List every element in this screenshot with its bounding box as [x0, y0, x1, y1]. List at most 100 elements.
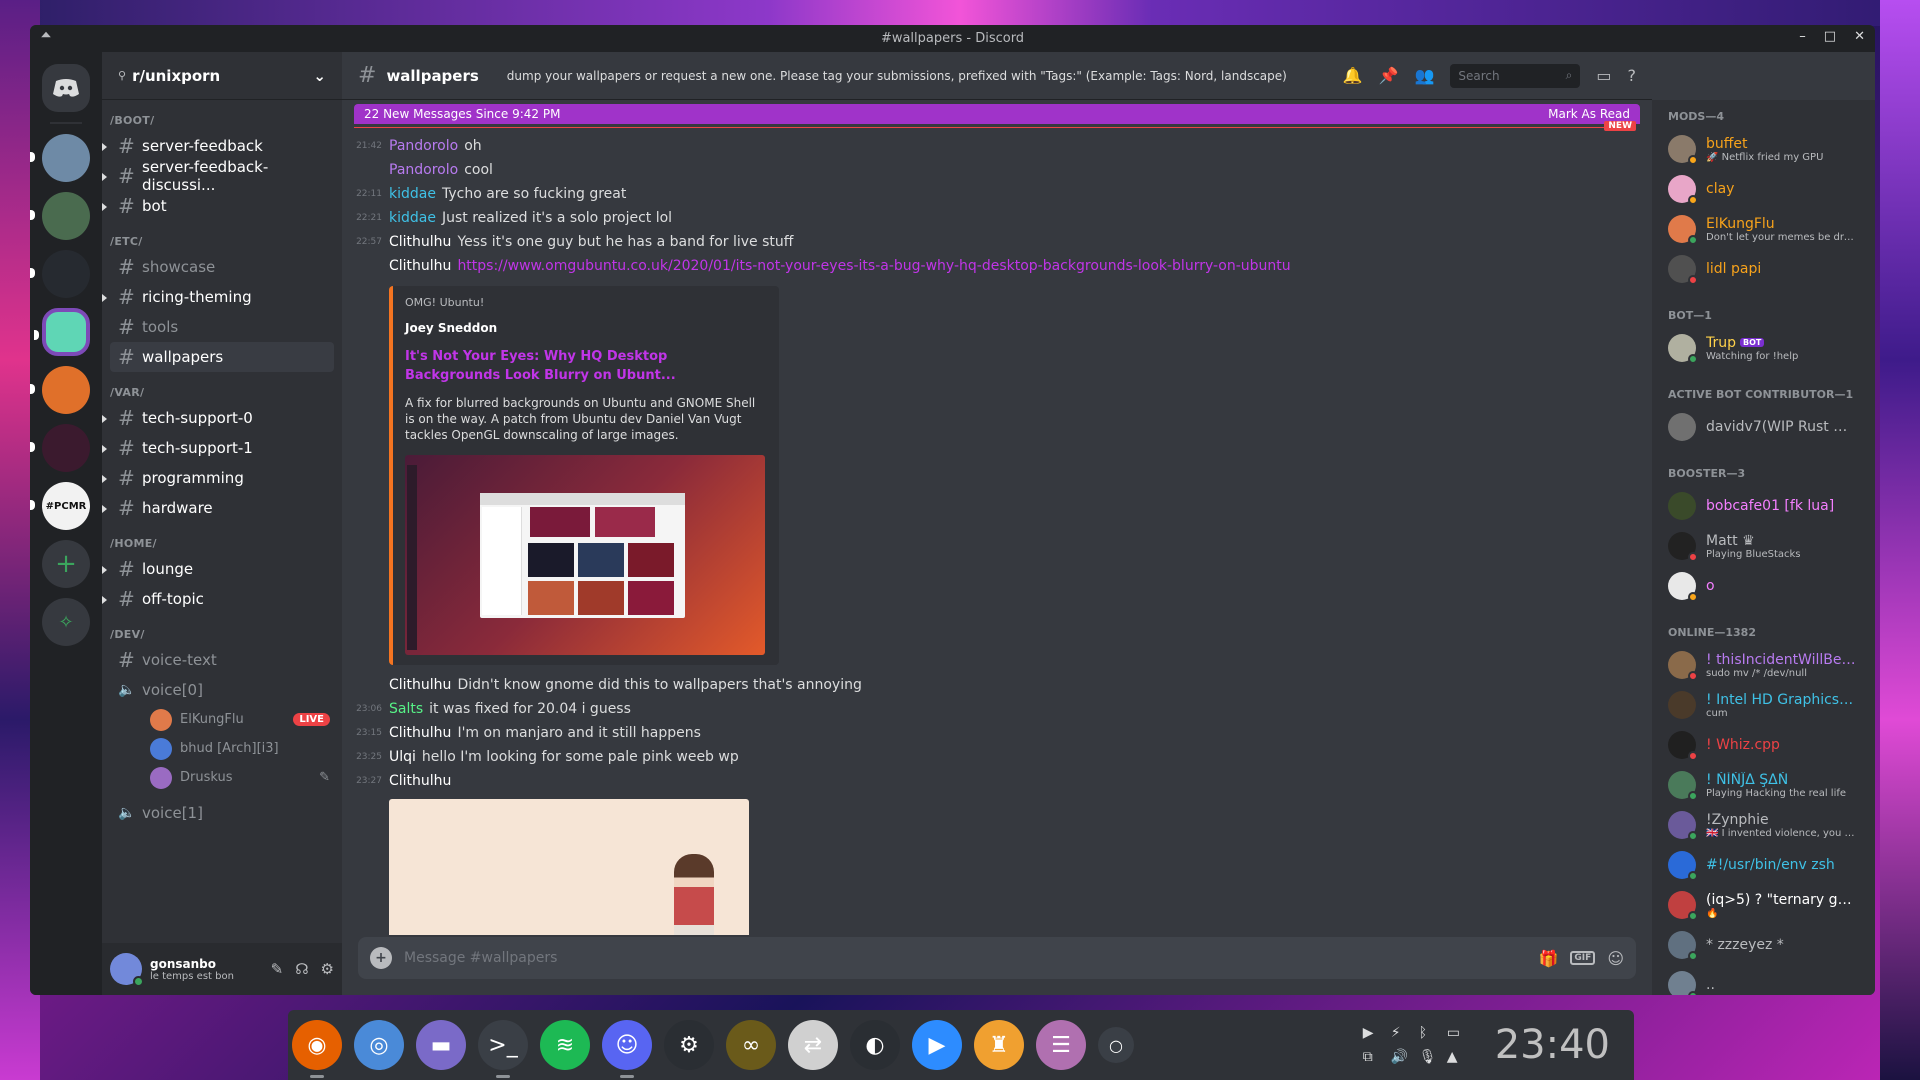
display-icon[interactable]: ▭ [1447, 1025, 1469, 1041]
search-input[interactable]: Search ⌕ [1450, 63, 1581, 88]
members-icon[interactable]: 👥 [1414, 66, 1434, 85]
voice-channel-0[interactable]: 🔈 voice[0] [110, 675, 334, 705]
server-pcmr[interactable]: #PCMR [30, 482, 90, 530]
member-item[interactable]: ! Whiz.cpp [1660, 725, 1867, 765]
message-input[interactable]: Message #wallpapers [404, 950, 1527, 966]
bell-icon[interactable]: 🔔 [1343, 66, 1363, 85]
app-menu-icon[interactable] [41, 31, 51, 38]
clock[interactable]: 23:40 [1495, 1022, 1610, 1068]
firefox-icon[interactable]: ◉ [292, 1020, 342, 1078]
message-author[interactable]: kiddae [389, 184, 436, 202]
channel-lounge[interactable]: # lounge [102, 554, 334, 584]
message-link[interactable]: https://www.omgubuntu.co.uk/2020/01/its-… [457, 256, 1290, 274]
obs-icon[interactable]: ◐ [850, 1020, 900, 1070]
member-item[interactable]: #!/usr/bin/env zsh [1660, 845, 1867, 885]
member-item[interactable]: davidv7(WIP Rust Re... [1660, 407, 1867, 447]
server-orange[interactable] [30, 366, 90, 414]
member-item[interactable]: Matt ♛ Playing BlueStacks [1660, 526, 1867, 566]
server-vanilla-tweaks[interactable] [30, 192, 90, 240]
member-item[interactable]: Trup BOT Watching for !help [1660, 328, 1867, 368]
dot-icon[interactable]: ○ [1098, 1027, 1134, 1063]
server-dark[interactable] [30, 250, 90, 298]
channel-tech-support-1[interactable]: # tech-support-1 [102, 433, 334, 463]
member-item[interactable]: .. [1660, 965, 1867, 995]
message-author[interactable]: Pandorolo [389, 136, 458, 154]
zoom-icon[interactable]: ▶ [912, 1020, 962, 1070]
chromium-icon[interactable]: ◎ [354, 1020, 404, 1070]
voice-channel-1[interactable]: 🔈 voice[1] [110, 798, 334, 828]
message-author[interactable]: kiddae [389, 208, 436, 226]
message-author[interactable]: Salts [389, 699, 423, 717]
member-item[interactable]: * zzzeyez * [1660, 925, 1867, 965]
mute-icon[interactable]: ✎ [271, 960, 284, 978]
channel-server-feedback-discussi[interactable]: # server-feedback-discussi... [102, 158, 334, 194]
spotify-icon[interactable]: ≋ [540, 1020, 590, 1070]
embed-image[interactable] [405, 455, 765, 655]
member-item[interactable]: buffet 🚀 Netflix fried my GPU [1660, 129, 1867, 169]
maximize-button[interactable]: □ [1824, 29, 1836, 44]
channel-hardware[interactable]: # hardware [102, 493, 334, 523]
channel-ricing-theming[interactable]: # ricing-theming [102, 282, 334, 312]
message-author[interactable]: Ulqi [389, 747, 416, 765]
notes-icon[interactable]: ☰ [1036, 1020, 1086, 1070]
explore-icon[interactable]: ✧ [42, 598, 90, 646]
gift-icon[interactable]: 🎁 [1539, 949, 1559, 968]
message-author[interactable]: Clithulhu [389, 256, 451, 274]
channel-off-topic[interactable]: # off-topic [102, 584, 334, 614]
member-item[interactable]: ElKungFlu Don't let your memes be drea... [1660, 209, 1867, 249]
category-header[interactable]: /DEV/ [102, 614, 342, 645]
member-item[interactable]: o [1660, 566, 1867, 606]
mic-icon[interactable]: 🎙 [1419, 1049, 1441, 1065]
infinity-icon[interactable]: ∞ [726, 1020, 776, 1070]
channel-bot[interactable]: # bot [102, 191, 334, 221]
attach-button[interactable]: + [370, 947, 392, 969]
gif-button[interactable]: GIF [1570, 951, 1596, 965]
toggle-icon[interactable]: ⇄ [788, 1020, 838, 1070]
channel-tools[interactable]: # tools [110, 312, 334, 342]
add-server-button[interactable]: + [42, 540, 90, 588]
help-icon[interactable]: ? [1628, 66, 1637, 85]
terminal-icon[interactable]: >_ [478, 1020, 528, 1078]
category-header[interactable]: /VAR/ [102, 372, 342, 403]
category-header[interactable]: /BOOT/ [102, 100, 342, 131]
new-messages-bar[interactable]: 22 New Messages Since 9:42 PM Mark As Re… [354, 104, 1640, 124]
mark-as-read-button[interactable]: Mark As Read [1548, 107, 1630, 121]
voice-user[interactable]: ElKungFlu LIVE [102, 705, 342, 734]
member-item[interactable]: ! thisIncidentWillBeRe... sudo mv /* /dev… [1660, 645, 1867, 685]
server-pink[interactable] [30, 424, 90, 472]
member-item[interactable]: bobcafe01 [fk lua] [1660, 486, 1867, 526]
guild-header[interactable]: ⚲ r/unixporn ⌄ [102, 52, 342, 100]
minimize-button[interactable]: – [1799, 29, 1806, 44]
emoji-icon[interactable]: ☺ [1607, 949, 1624, 968]
image-attachment[interactable] [389, 799, 749, 935]
channel-programming[interactable]: # programming [102, 463, 334, 493]
embed-title[interactable]: It's Not Your Eyes: Why HQ Desktop Backg… [405, 347, 767, 385]
discord-icon[interactable]: ☺ [602, 1020, 652, 1078]
channel-server-feedback[interactable]: # server-feedback [102, 131, 334, 161]
user-avatar[interactable] [110, 953, 144, 987]
home-button[interactable] [42, 64, 90, 112]
channel-showcase[interactable]: # showcase [110, 252, 334, 282]
message-author[interactable]: Clithulhu [389, 771, 451, 789]
member-item[interactable]: clay [1660, 169, 1867, 209]
files-icon[interactable]: ▬ [416, 1020, 466, 1070]
category-header[interactable]: /HOME/ [102, 523, 342, 554]
clipboard-icon[interactable]: ⧉ [1363, 1049, 1385, 1065]
channel-wallpapers[interactable]: # wallpapers [110, 342, 334, 372]
inbox-icon[interactable]: ▭ [1596, 66, 1611, 85]
pin-icon[interactable]: 📌 [1379, 66, 1399, 85]
voice-user[interactable]: bhud [Arch][i3] [102, 734, 342, 763]
power-icon[interactable]: ⚡ [1391, 1025, 1413, 1041]
member-item[interactable]: ! ŇĬŇĴΔ ŞΔŇ Playing Hacking the real life [1660, 765, 1867, 805]
channel-tech-support-0[interactable]: # tech-support-0 [102, 403, 334, 433]
channel-topic[interactable]: dump your wallpapers or request a new on… [507, 69, 1287, 83]
bluetooth-icon[interactable]: ᛒ [1419, 1025, 1441, 1041]
chevron-down-icon[interactable]: ⌄ [313, 67, 326, 85]
volume-icon[interactable]: 🔊 [1391, 1049, 1413, 1065]
member-item[interactable]: (iq>5) ? "ternary gang...🔥 [1660, 885, 1867, 925]
channel-voice-text[interactable]: # voice-text [110, 645, 334, 675]
steam-icon[interactable]: ⚙ [664, 1020, 714, 1070]
media-icon[interactable]: ▶ [1363, 1025, 1385, 1041]
settings-icon[interactable]: ⚙ [321, 960, 334, 978]
server-tree[interactable] [30, 134, 90, 182]
